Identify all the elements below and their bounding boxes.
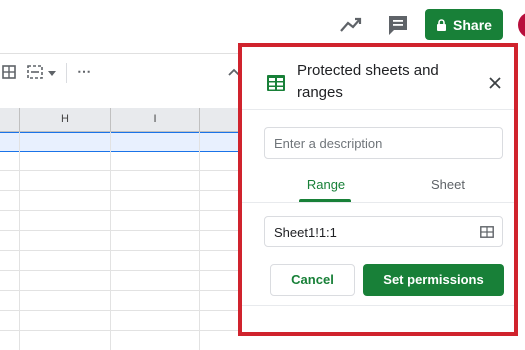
panel-divider (242, 305, 514, 306)
grid-line (0, 270, 245, 271)
tabs-divider (242, 202, 514, 203)
grid-line (0, 290, 245, 291)
close-icon[interactable] (489, 77, 501, 89)
select-range-icon[interactable] (480, 226, 494, 238)
lock-icon (437, 18, 447, 31)
tab-sheet[interactable]: Sheet (419, 177, 477, 197)
column-header-row: H I (0, 108, 245, 132)
grid-line (110, 132, 111, 350)
trending-icon[interactable] (338, 14, 364, 36)
panel-title: Protected sheets and ranges (297, 60, 462, 104)
sheets-table-icon (267, 75, 285, 91)
grid-line (0, 330, 245, 331)
tab-range[interactable]: Range (297, 177, 355, 197)
grid-line (0, 230, 245, 231)
selected-row-1[interactable] (0, 132, 245, 152)
comment-icon[interactable] (386, 14, 410, 36)
toolbar-divider (66, 63, 67, 83)
grid-line (0, 210, 245, 211)
protected-ranges-panel: Protected sheets and ranges Range Sheet … (238, 43, 518, 336)
borders-icon[interactable] (2, 65, 16, 79)
toolbar: ⋯ (0, 53, 250, 92)
column-header-i[interactable]: I (110, 108, 199, 131)
share-button[interactable]: Share (425, 9, 503, 40)
panel-header: Protected sheets and ranges (242, 47, 514, 110)
column-header[interactable] (0, 108, 19, 131)
more-options-icon[interactable]: ⋯ (77, 63, 92, 80)
range-value: Sheet1!1:1 (274, 225, 337, 240)
chevron-down-icon[interactable] (48, 71, 56, 76)
range-field[interactable]: Sheet1!1:1 (264, 216, 503, 247)
spreadsheet-grid[interactable]: H I (0, 108, 245, 350)
panel-title-line1: Protected sheets and (297, 62, 439, 79)
grid-line (0, 250, 245, 251)
grid-line (0, 170, 245, 171)
column-header-h[interactable]: H (19, 108, 110, 131)
share-label: Share (453, 16, 492, 33)
grid-line (19, 132, 20, 350)
merge-cells-icon[interactable] (27, 65, 43, 79)
grid-line (0, 190, 245, 191)
grid-line (199, 132, 200, 350)
description-input[interactable] (264, 127, 503, 159)
set-permissions-button[interactable]: Set permissions (363, 264, 504, 296)
grid-line (0, 310, 245, 311)
avatar[interactable] (518, 12, 525, 38)
cancel-button[interactable]: Cancel (270, 264, 355, 296)
panel-title-line2: ranges (297, 84, 343, 101)
